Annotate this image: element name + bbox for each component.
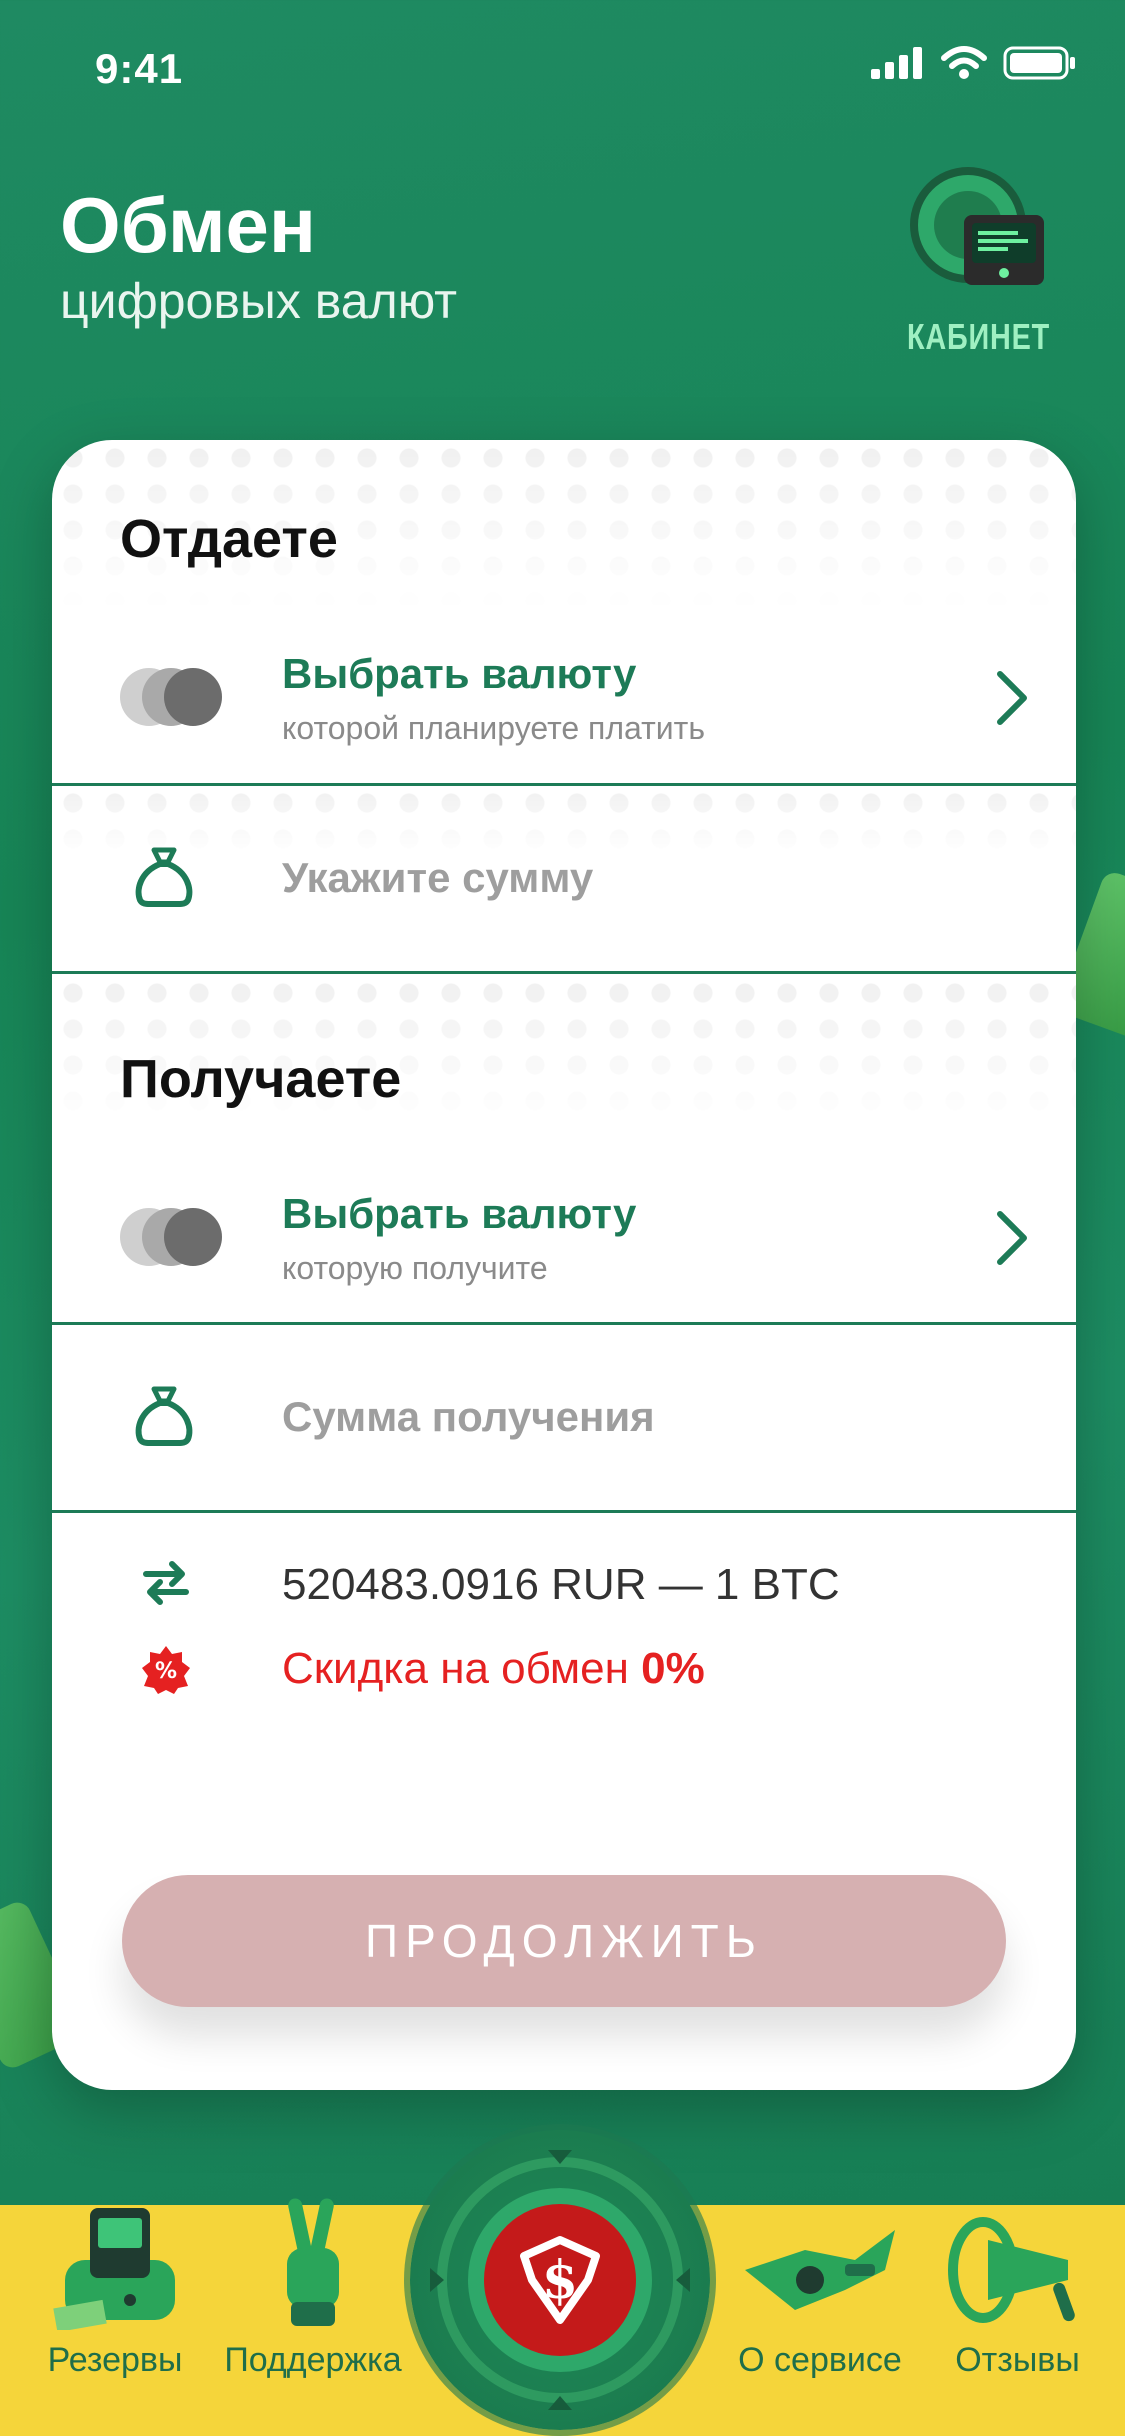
cabinet-label: КАБИНЕТ	[907, 316, 1050, 357]
nav-label-reviews: Отзывы	[955, 2341, 1080, 2379]
give-currency-subtitle: которой планируете платить	[282, 710, 705, 746]
exchange-rate: 520483.0916 RUR — 1 BTC	[282, 1560, 840, 1609]
receive-currency-title: Выбрать валюту	[282, 1190, 637, 1237]
nav-item-about[interactable]: О сервисе	[725, 2210, 915, 2380]
discount-value: 0%	[641, 1644, 705, 1693]
superman-dollar-icon: $	[430, 2150, 690, 2410]
receive-currency-select[interactable]: Выбрать валюту которую получите	[52, 1150, 1076, 1325]
nav-label-reserves: Резервы	[47, 2341, 183, 2379]
wifi-icon	[941, 46, 987, 79]
status-time: 9:41	[95, 45, 184, 92]
discount-label: Скидка на обмен	[282, 1644, 629, 1693]
status-icons	[871, 46, 1077, 80]
give-amount-placeholder: Укажите сумму	[282, 854, 594, 901]
signal-icon	[871, 47, 922, 79]
money-bag-icon	[135, 847, 193, 907]
give-amount-field[interactable]: Укажите сумму	[52, 786, 1076, 972]
nav-label-about: О сервисе	[738, 2341, 902, 2379]
exchange-home-button[interactable]: $	[410, 2130, 710, 2430]
exchange-card: Отдаете Выбрать валюту которой планирует…	[52, 440, 1076, 2090]
victory-hand-icon	[287, 2198, 339, 2326]
give-currency-title: Выбрать валюту	[282, 650, 637, 697]
divider	[52, 971, 1076, 974]
page-subtitle: цифровых валют	[60, 273, 457, 329]
give-currency-select[interactable]: Выбрать валюту которой планируете платит…	[52, 610, 1076, 785]
nav-label-support: Поддержка	[224, 2341, 402, 2379]
chevron-right-icon	[997, 671, 1027, 725]
receive-amount-placeholder: Сумма получения	[282, 1393, 655, 1440]
battery-icon	[1003, 46, 1075, 80]
discount-badge-icon: %	[142, 1646, 190, 1694]
receive-currency-subtitle: которую получите	[282, 1250, 548, 1286]
give-section-title: Отдаете	[120, 509, 338, 569]
nav-item-support[interactable]: Поддержка	[218, 2190, 408, 2380]
coins-icon	[120, 1202, 230, 1272]
exchange-arrows-icon	[143, 1561, 189, 1605]
cabinet-terminal-icon	[910, 167, 1044, 285]
nav-item-reserves[interactable]: Резервы	[30, 2200, 200, 2380]
gadget-icon	[745, 2230, 895, 2310]
svg-text:$: $	[542, 2250, 578, 2311]
coins-icon	[120, 662, 230, 732]
cabinet-button[interactable]: КАБИНЕТ	[890, 165, 1060, 358]
money-bag-icon	[135, 1386, 193, 1446]
divider	[52, 1510, 1076, 1513]
printer-icon	[53, 2208, 175, 2333]
continue-button[interactable]: ПРОДОЛЖИТЬ	[122, 1875, 1006, 2007]
svg-text:%: %	[155, 1659, 177, 1684]
receive-amount-field[interactable]: Сумма получения	[52, 1325, 1076, 1511]
chevron-right-icon	[997, 1211, 1027, 1265]
discount-text: Скидка на обмен 0%	[282, 1644, 705, 1694]
receive-section-title: Получаете	[120, 1049, 402, 1109]
megaphone-icon	[947, 2217, 1075, 2323]
nav-item-reviews[interactable]: Отзывы	[925, 2210, 1110, 2380]
page-title: Обмен	[60, 181, 317, 269]
